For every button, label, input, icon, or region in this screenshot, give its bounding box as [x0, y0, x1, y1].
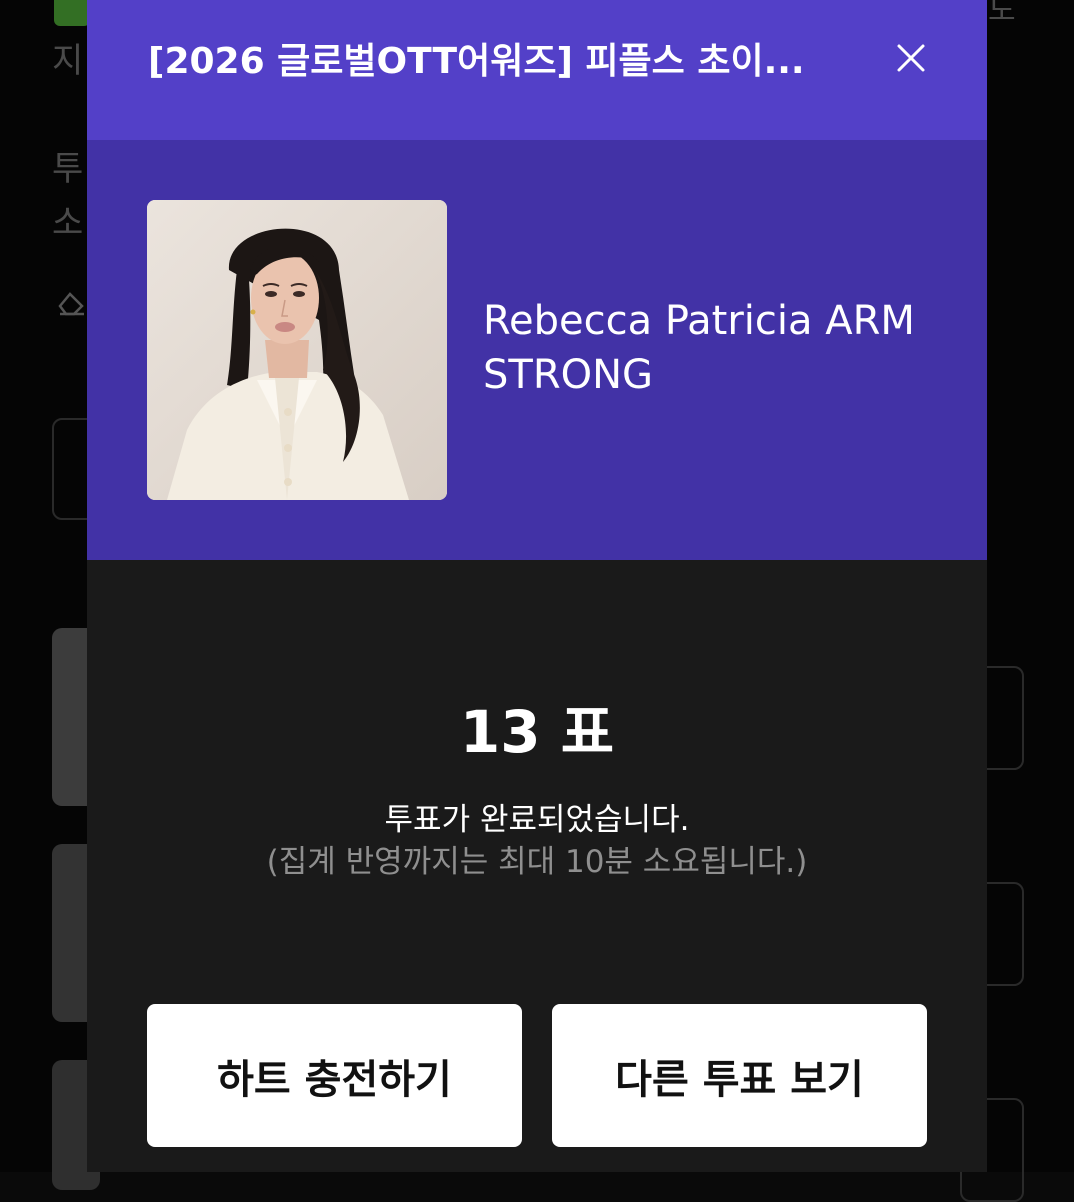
- view-other-votes-button[interactable]: 다른 투표 보기: [552, 1004, 927, 1147]
- aggregation-note: (집계 반영까지는 최대 10분 소요됩니다.): [266, 844, 808, 880]
- candidate-name: Rebecca Patricia ARMSTRONG: [483, 298, 915, 398]
- vote-result-modal: [2026 글로벌OTT어워즈] 피플스 초이... Rebecca Patri…: [87, 0, 987, 1172]
- modal-title: [2026 글로벌OTT어워즈] 피플스 초이...: [148, 41, 805, 82]
- close-icon[interactable]: [887, 34, 935, 82]
- background-text: 지: [52, 41, 84, 81]
- vote-complete-message: 투표가 완료되었습니다.: [384, 802, 690, 838]
- background-text: 도: [988, 0, 1016, 28]
- vote-result-area: 13 표 투표가 완료되었습니다. (집계 반영까지는 최대 10분 소요됩니다…: [87, 560, 987, 1172]
- eraser-icon: [58, 292, 84, 316]
- candidate-photo: [147, 200, 447, 500]
- charge-hearts-button[interactable]: 하트 충전하기: [147, 1004, 522, 1147]
- background-text: 소: [52, 203, 84, 243]
- modal-header: [2026 글로벌OTT어워즈] 피플스 초이...: [87, 0, 987, 140]
- candidate-card: Rebecca Patricia ARMSTRONG: [87, 140, 987, 560]
- background-text: 투: [52, 149, 84, 189]
- portrait-image: [147, 200, 447, 500]
- vote-count: 13 표: [459, 698, 615, 766]
- check-icon: [54, 0, 90, 26]
